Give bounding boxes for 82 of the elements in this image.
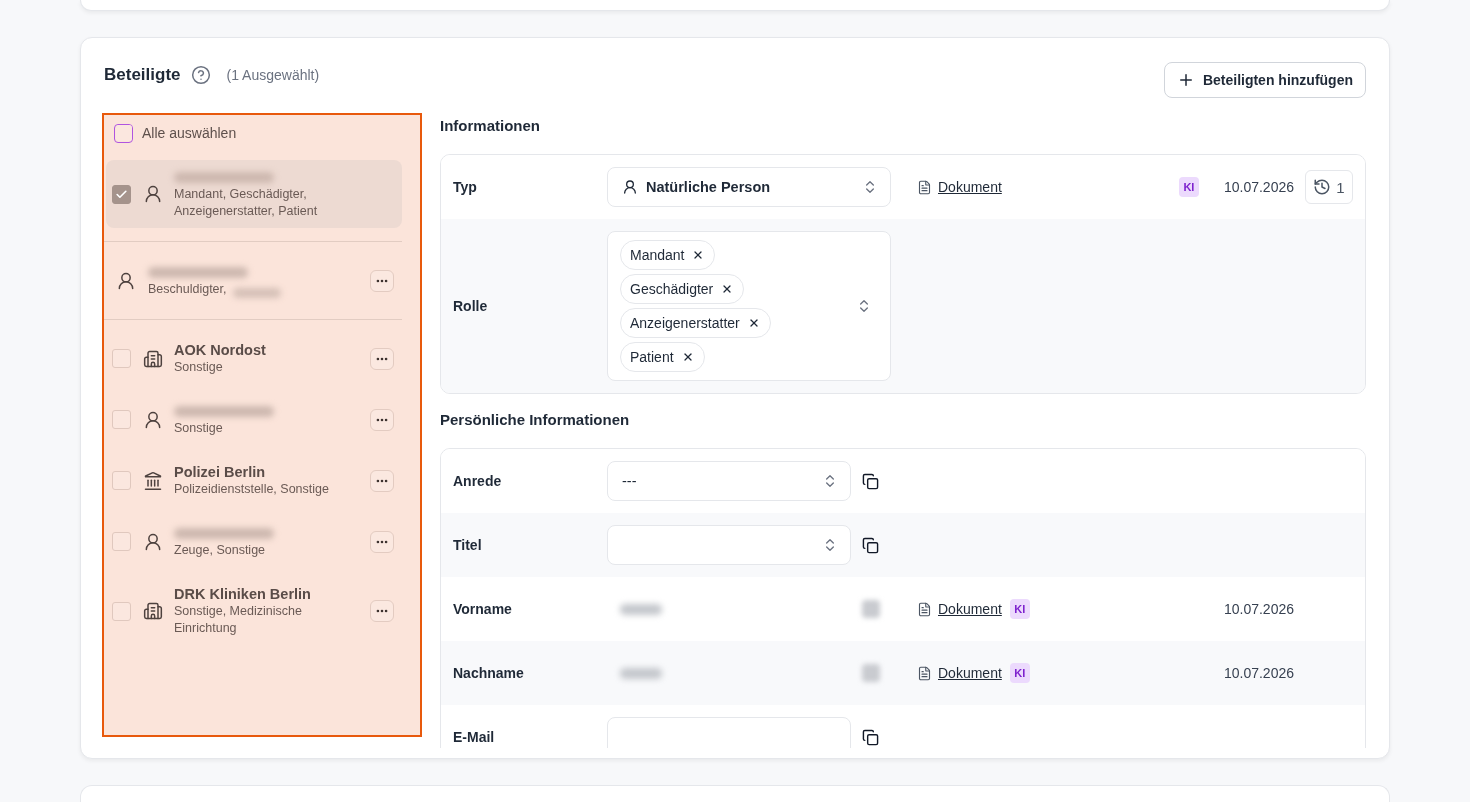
role-tag[interactable]: Anzeigenerstatter xyxy=(620,308,771,338)
participant-roles: Sonstige, Medizinische Einrichtung xyxy=(174,603,303,637)
person-icon xyxy=(143,184,163,204)
type-select[interactable]: Natürliche Person xyxy=(607,167,891,207)
role-tag[interactable]: Geschädigter xyxy=(620,274,745,304)
participant-item[interactable]: AOK Nordost Sonstige xyxy=(106,333,402,384)
ai-badge: KI xyxy=(1009,663,1030,683)
document-link[interactable]: Dokument xyxy=(917,601,1002,617)
participant-name: Polizei Berlin xyxy=(174,463,267,481)
more-button[interactable] xyxy=(370,347,394,370)
blurred-icon xyxy=(862,600,880,618)
checkbox[interactable] xyxy=(112,410,131,429)
person-icon xyxy=(116,270,136,291)
select-field[interactable]: --- xyxy=(607,461,851,501)
participant-roles: Beschuldigter, xyxy=(148,281,227,298)
participant-item[interactable]: Beschuldigter, xyxy=(106,255,402,306)
document-icon xyxy=(917,179,932,195)
person-icon xyxy=(143,409,163,430)
role-tag[interactable]: Patient xyxy=(620,342,705,372)
checkbox[interactable] xyxy=(112,184,131,204)
add-participant-button[interactable]: Beteiligten hinzufügen xyxy=(1163,62,1366,98)
field-label: Vorname xyxy=(453,601,513,617)
field-label: Titel xyxy=(453,537,483,553)
section-heading: Persönliche Informationen xyxy=(440,410,631,430)
select-all-label[interactable]: Alle auswählen xyxy=(142,125,237,141)
redacted-value xyxy=(620,603,662,615)
help-icon[interactable] xyxy=(190,65,211,85)
copy-icon[interactable] xyxy=(862,728,879,746)
ai-badge: KI xyxy=(1009,599,1030,619)
participant-name: AOK Nordost xyxy=(174,341,267,359)
check-icon xyxy=(115,187,128,201)
history-button[interactable]: 1 xyxy=(1305,170,1353,204)
date-text: 10.07.2026 xyxy=(1223,665,1294,681)
participant-item[interactable]: Polizei Berlin Polizeidienststelle, Sonstige xyxy=(106,455,402,506)
redacted-value xyxy=(620,667,662,679)
participant-item[interactable]: Zeuge, Sonstige xyxy=(106,516,402,567)
role-tag[interactable]: Mandant xyxy=(620,240,716,270)
blurred-icon xyxy=(862,664,880,682)
date-text: 10.07.2026 xyxy=(1223,179,1294,195)
document-link[interactable]: Dokument xyxy=(917,179,1002,195)
checkbox[interactable] xyxy=(112,532,131,551)
section-title: Beteiligte xyxy=(104,64,181,86)
more-button[interactable] xyxy=(370,408,394,431)
participant-item[interactable]: Mandant, Geschädigter, Anzeigenerstatter, Patient xyxy=(106,160,402,228)
document-icon xyxy=(917,601,932,617)
participant-item[interactable]: Sonstige xyxy=(106,394,402,445)
copy-icon[interactable] xyxy=(862,536,879,554)
participant-roles: Sonstige xyxy=(174,420,223,437)
document-link[interactable]: Dokument xyxy=(917,665,1002,681)
field-label: Nachname xyxy=(453,665,525,681)
more-button[interactable] xyxy=(370,269,394,292)
participant-name: DRK Kliniken Berlin xyxy=(174,585,312,603)
checkbox[interactable] xyxy=(112,471,131,490)
input-field[interactable] xyxy=(607,717,851,748)
copy-icon[interactable] xyxy=(862,472,879,490)
checkbox[interactable] xyxy=(112,601,131,621)
checkbox[interactable] xyxy=(112,349,131,368)
building-icon xyxy=(143,348,163,369)
select-field[interactable] xyxy=(607,525,851,565)
participant-roles: Sonstige xyxy=(174,359,223,376)
date-text: 10.07.2026 xyxy=(1223,601,1294,617)
participant-roles: Mandant, Geschädigter, Anzeigenerstatter, Patient xyxy=(174,186,319,220)
history-icon xyxy=(1313,178,1332,196)
field-label: E-Mail xyxy=(453,729,496,745)
building-icon xyxy=(143,601,163,621)
field-label: Typ xyxy=(453,179,478,195)
more-button[interactable] xyxy=(370,600,394,622)
field-label: Anrede xyxy=(453,473,503,489)
participant-roles: Polizeidienststelle, Sonstige xyxy=(174,481,329,498)
participant-roles: Zeuge, Sonstige xyxy=(174,542,266,559)
more-button[interactable] xyxy=(370,469,394,492)
field-label: Rolle xyxy=(453,298,489,314)
more-button[interactable] xyxy=(370,530,394,553)
selection-count: (1 Ausgewählt) xyxy=(226,67,320,83)
person-icon xyxy=(143,531,163,552)
role-select[interactable]: Mandant Geschädigter Anzeigenerstatter Patient xyxy=(607,231,891,381)
document-icon xyxy=(917,665,932,681)
ai-badge: KI xyxy=(1178,177,1199,197)
person-icon xyxy=(622,179,638,195)
participant-item[interactable]: DRK Kliniken Berlin Sonstige, Medizinische Einrichtung xyxy=(106,577,402,645)
section-heading: Informationen xyxy=(440,116,541,136)
landmark-icon xyxy=(143,470,163,491)
